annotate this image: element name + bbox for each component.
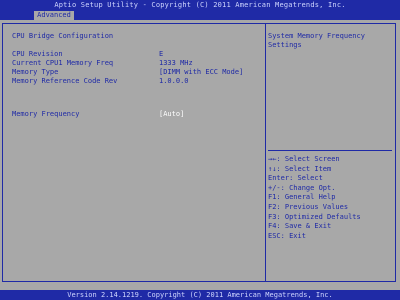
- key-select-item: ↑↓: Select Item: [268, 164, 332, 173]
- key-legend: →←: Select Screen ↑↓: Select Item Enter:…: [268, 155, 394, 241]
- panel-divider: [265, 23, 266, 282]
- memory-frequency-setting[interactable]: Memory Frequency [Auto]: [12, 110, 252, 119]
- footer-version: Version 2.14.1219. Copyright (C) 2011 Am…: [0, 290, 400, 300]
- key-enter-select: Enter: Select: [268, 174, 323, 183]
- info-label: Memory Type: [12, 68, 59, 76]
- key-select-screen: →←: Select Screen: [268, 155, 340, 163]
- info-value: E: [159, 50, 164, 58]
- info-label: Current CPU1 Memory Freq: [12, 59, 114, 67]
- info-label: CPU Revision: [12, 50, 63, 58]
- window-title: Aptio Setup Utility - Copyright (C) 2011…: [0, 0, 400, 10]
- info-memory-freq: Current CPU1 Memory Freq 1333 MHz: [12, 59, 252, 68]
- info-value: 1333 MHz: [159, 59, 193, 67]
- info-memory-type: Memory Type [DIMM with ECC Mode]: [12, 68, 252, 77]
- help-text: System Memory Frequency Settings: [268, 32, 365, 49]
- setting-label: Memory Frequency: [12, 110, 80, 118]
- info-label: Memory Reference Code Rev: [12, 77, 118, 85]
- info-value: [DIMM with ECC Mode]: [159, 68, 244, 76]
- key-exit: ESC: Exit: [268, 231, 306, 240]
- key-save-exit: F4: Save & Exit: [268, 222, 332, 231]
- help-separator: [268, 150, 392, 151]
- key-previous-values: F2: Previous Values: [268, 202, 349, 211]
- key-optimized-defaults: F3: Optimized Defaults: [268, 212, 361, 221]
- key-general-help: F1: General Help: [268, 193, 336, 202]
- info-mrc-rev: Memory Reference Code Rev 1.0.0.0: [12, 77, 252, 86]
- section-title: CPU Bridge Configuration: [12, 32, 114, 40]
- memory-frequency-value[interactable]: [Auto]: [159, 110, 184, 119]
- tab-advanced[interactable]: Advanced: [34, 11, 74, 20]
- key-change-opt: +/-: Change Opt.: [268, 183, 336, 192]
- info-value: 1.0.0.0: [159, 77, 189, 85]
- info-cpu-revision: CPU Revision E: [12, 50, 252, 59]
- tab-strip: Advanced: [0, 10, 400, 20]
